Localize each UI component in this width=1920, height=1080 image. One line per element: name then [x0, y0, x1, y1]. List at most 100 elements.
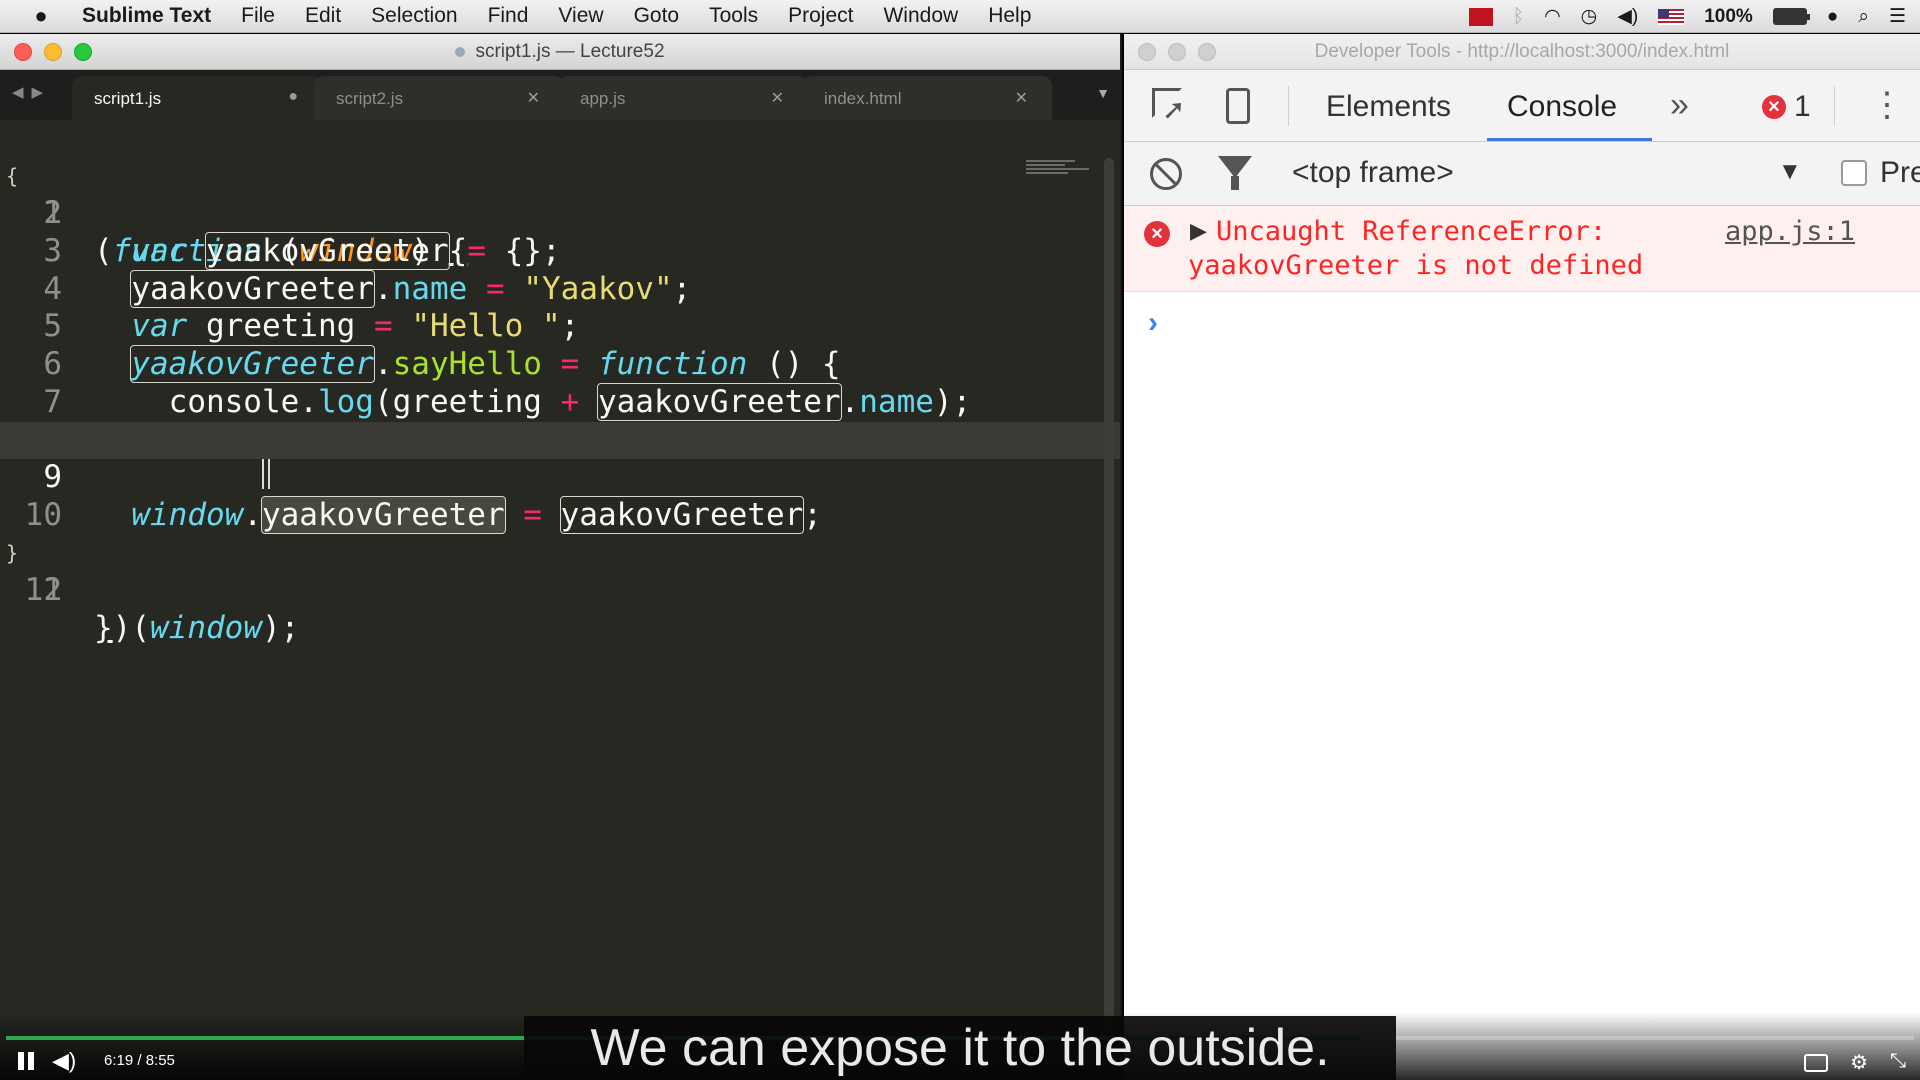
ibeam-cursor-icon	[262, 459, 270, 489]
menu-view[interactable]: View	[558, 4, 603, 28]
us-flag-icon[interactable]	[1658, 8, 1685, 25]
code-line: 3 yaakovGreeter.name = "Yaakov";	[0, 195, 1120, 308]
error-count: 1	[1794, 90, 1811, 123]
sublime-titlebar[interactable]: script1.js — Lecture52	[0, 34, 1120, 70]
document-icon	[455, 46, 466, 57]
menu-goto[interactable]: Goto	[634, 4, 680, 28]
code-editor[interactable]: { 1 (function (window) { 2 var yaakovGre…	[0, 120, 1120, 1060]
tab-overflow-icon[interactable]: ▼	[1096, 85, 1110, 101]
menu-tools[interactable]: Tools	[709, 4, 758, 28]
app-red-icon[interactable]	[1468, 7, 1493, 26]
console-error-message[interactable]: × ▶ Uncaught ReferenceError: yaakovGreet…	[1124, 206, 1920, 292]
time-machine-icon[interactable]: ◷	[1581, 5, 1598, 28]
window-controls	[1138, 43, 1216, 61]
close-tab-icon[interactable]: ✕	[771, 88, 784, 108]
dropdown-arrow-icon[interactable]: ▼	[1778, 158, 1802, 186]
menu-help[interactable]: Help	[988, 4, 1031, 28]
clear-console-icon[interactable]	[1150, 158, 1182, 190]
error-detail: yaakovGreeter is not defined	[1188, 250, 1644, 281]
volume-icon[interactable]: ◀)	[52, 1048, 76, 1074]
volume-icon[interactable]: ◀)	[1617, 5, 1638, 28]
minimize-window-button[interactable]	[1168, 43, 1186, 61]
user-icon[interactable]: ●	[1827, 6, 1838, 28]
settings-gear-icon[interactable]: ⚙	[1850, 1050, 1868, 1075]
more-tabs-icon[interactable]: »	[1670, 86, 1689, 125]
error-source-link[interactable]: app.js:1	[1725, 216, 1855, 247]
tab-console[interactable]: Console	[1507, 90, 1617, 124]
menu-app-name[interactable]: Sublime Text	[82, 4, 211, 28]
bluetooth-icon[interactable]: ᛒ	[1513, 6, 1524, 28]
preserve-log-checkbox[interactable]	[1841, 160, 1867, 186]
code-line: 8	[0, 384, 1120, 458]
inspect-element-icon[interactable]: ➚	[1148, 84, 1192, 128]
tab-label: index.html	[824, 89, 902, 108]
menu-project[interactable]: Project	[788, 4, 853, 28]
unsaved-dot-icon[interactable]: ●	[288, 88, 298, 106]
code-line: 2 var yaakovGreeter = {};	[0, 158, 1120, 271]
kebab-menu-icon[interactable]: ⋮	[1870, 82, 1904, 128]
battery-percent: 100%	[1704, 5, 1753, 27]
close-tab-icon[interactable]: ✕	[1015, 88, 1028, 108]
devtools-window: Developer Tools - http://localhost:3000/…	[1124, 34, 1920, 1080]
menu-file[interactable]: File	[241, 4, 275, 28]
code-line-current: 9 window.yaakovGreeter = yaakovGreeter;	[0, 421, 1120, 534]
spotlight-icon[interactable]: ⌕	[1858, 6, 1869, 28]
tab-label: app.js	[580, 89, 626, 108]
menu-window[interactable]: Window	[883, 4, 958, 28]
minimap[interactable]	[1026, 158, 1096, 186]
frame-selector[interactable]: <top frame>	[1292, 156, 1454, 190]
close-tab-icon[interactable]: ✕	[527, 88, 540, 108]
menu-bar-status-area: ᛒ ◠ ◷ ◀) 100% ● ⌕ ☰	[1468, 0, 1906, 33]
tab-index[interactable]: index.html ✕	[802, 76, 1052, 120]
code-line: 7 }	[0, 346, 1120, 458]
console-filter-bar: <top frame> ▼ Pre	[1124, 142, 1920, 206]
devtools-titlebar[interactable]: Developer Tools - http://localhost:3000/…	[1124, 34, 1920, 70]
line-number: 12	[24, 572, 62, 609]
error-title: Uncaught ReferenceError:	[1216, 216, 1607, 247]
wifi-icon[interactable]: ◠	[1544, 5, 1561, 28]
window-controls	[14, 43, 92, 61]
notification-list-icon[interactable]: ☰	[1889, 5, 1906, 28]
editor-scrollbar[interactable]	[1104, 158, 1114, 1046]
error-icon: ×	[1144, 221, 1170, 247]
tab-app[interactable]: app.js ✕	[558, 76, 808, 120]
video-subtitle: We can expose it to the outside.	[524, 1016, 1396, 1080]
console-prompt-icon[interactable]: ›	[1148, 306, 1158, 340]
apple-menu-icon[interactable]: ●	[0, 3, 82, 29]
menu-selection[interactable]: Selection	[371, 4, 457, 28]
menu-bar: ● Sublime Text File Edit Selection Find …	[0, 0, 1920, 33]
close-window-button[interactable]	[1138, 43, 1156, 61]
tab-label: script1.js	[94, 89, 162, 108]
tab-nav-arrows-icon[interactable]: ◀▶	[12, 83, 51, 101]
active-tab-indicator	[1487, 138, 1652, 141]
tab-elements[interactable]: Elements	[1326, 90, 1451, 124]
error-counter[interactable]: × 1	[1762, 90, 1811, 124]
exit-fullscreen-icon[interactable]: ⤡	[1890, 1050, 1906, 1073]
close-window-button[interactable]	[14, 43, 32, 61]
battery-icon[interactable]	[1772, 8, 1810, 25]
menu-edit[interactable]: Edit	[305, 4, 341, 28]
code-line: 10	[0, 459, 1120, 533]
tab-label: script2.js	[336, 89, 404, 108]
toolbar-divider	[1288, 86, 1289, 126]
code-line: 5 yaakovGreeter.sayHello = function () {	[0, 271, 1120, 384]
menu-find[interactable]: Find	[488, 4, 529, 28]
device-mode-icon[interactable]	[1216, 84, 1260, 128]
devtools-window-title: Developer Tools - http://localhost:3000/…	[1314, 40, 1730, 62]
pause-button[interactable]	[18, 1052, 36, 1070]
captions-icon[interactable]	[1804, 1054, 1828, 1072]
toolbar-divider	[1834, 86, 1835, 126]
tab-bar: ◀▶ script1.js ● script2.js ✕ app.js ✕ in…	[0, 70, 1120, 120]
preserve-log-label: Pre	[1880, 156, 1920, 189]
filter-icon[interactable]	[1218, 156, 1252, 190]
minimize-window-button[interactable]	[44, 43, 62, 61]
devtools-toolbar: ➚ Elements Console » × 1 ⋮	[1124, 70, 1920, 142]
tab-script1[interactable]: script1.js ●	[72, 76, 322, 120]
error-icon: ×	[1762, 95, 1786, 119]
zoom-window-button[interactable]	[74, 43, 92, 61]
code-line: 4 var greeting = "Hello ";	[0, 233, 1120, 345]
code-line: 12	[0, 535, 1120, 608]
zoom-window-button[interactable]	[1198, 43, 1216, 61]
tab-script2[interactable]: script2.js ✕	[314, 76, 564, 120]
expand-triangle-icon[interactable]: ▶	[1190, 218, 1207, 244]
